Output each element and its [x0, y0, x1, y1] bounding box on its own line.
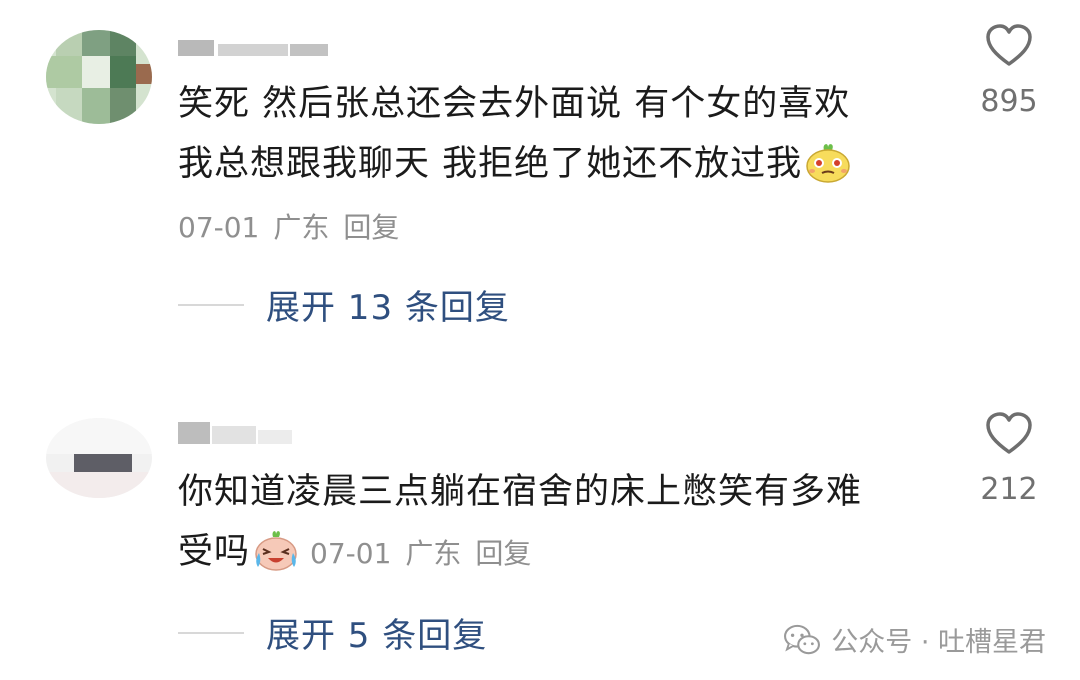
like-count: 212: [980, 472, 1038, 507]
avatar-pixel: [82, 30, 110, 56]
expand-dash: [178, 303, 244, 306]
comment-line-text: 我总想跟我聊天 我拒绝了她还不放过我: [178, 144, 803, 184]
comment-date: 07-01: [310, 537, 392, 570]
wechat-icon: [784, 624, 821, 654]
avatar-pixel: [74, 454, 132, 472]
avatar-pixel: [110, 88, 136, 124]
avatar-pixel: [56, 30, 82, 56]
avatar-pixel: [82, 56, 110, 88]
avatar-pixel: [46, 56, 82, 88]
reply-button[interactable]: 回复: [343, 211, 399, 244]
avatar-pixel: [82, 88, 110, 124]
heart-icon[interactable]: [985, 412, 1033, 456]
comment-line: 我总想跟我聊天 我拒绝了她还不放过我: [178, 134, 938, 194]
blur-block: [178, 40, 214, 56]
avatar-pixel: [110, 56, 136, 88]
avatar-pixel: [110, 30, 136, 56]
expand-dash: [178, 631, 244, 634]
reply-button[interactable]: 回复: [475, 537, 531, 570]
blur-block: [258, 430, 292, 444]
blur-block: [290, 44, 328, 56]
comment-text: 你知道凌晨三点躺在宿舍的床上憋笑有多难 受吗 07-01 广东 回复: [178, 462, 938, 584]
avatar[interactable]: [46, 418, 152, 498]
expand-replies-label: 展开 5 条回复: [266, 616, 488, 656]
blur-block: [218, 44, 288, 56]
username-blurred[interactable]: [178, 420, 318, 446]
comment-line: 受吗 07-01 广东 回复: [178, 522, 938, 584]
avatar-pixel: [46, 472, 152, 498]
avatar-pixel: [136, 64, 152, 84]
comment-text: 笑死 然后张总还会去外面说 有个女的喜欢 我总想跟我聊天 我拒绝了她还不放过我: [178, 74, 938, 194]
expand-replies-label: 展开 13 条回复: [266, 288, 510, 328]
like-count: 895: [980, 84, 1038, 119]
comment-meta: 07-01 广东 回复: [178, 206, 413, 246]
comment-date: 07-01: [178, 211, 260, 244]
blur-block: [178, 422, 210, 444]
comment-line: 你知道凌晨三点躺在宿舍的床上憋笑有多难: [178, 472, 863, 512]
smirk-emoji-icon: [806, 144, 850, 183]
comment-location: 广东: [273, 211, 330, 244]
comment-line-text: 受吗: [178, 532, 251, 572]
avatar-pixel: [56, 88, 82, 124]
comment-meta: 07-01 广东 回复: [310, 537, 545, 570]
crying-laughing-emoji-icon: [255, 531, 297, 571]
watermark: 公众号 · 吐槽星君: [783, 620, 1046, 659]
expand-replies[interactable]: 展开 13 条回复: [178, 280, 510, 329]
comment-location: 广东: [405, 537, 462, 570]
expand-replies[interactable]: 展开 5 条回复: [178, 608, 487, 657]
comment-line: 笑死 然后张总还会去外面说 有个女的喜欢: [178, 84, 851, 124]
blur-block: [212, 426, 256, 444]
avatar[interactable]: [46, 30, 152, 124]
username-blurred[interactable]: [178, 34, 338, 56]
avatar-pixel: [46, 418, 152, 454]
watermark-text: 公众号 · 吐槽星君: [831, 627, 1046, 658]
heart-icon[interactable]: [985, 24, 1033, 68]
